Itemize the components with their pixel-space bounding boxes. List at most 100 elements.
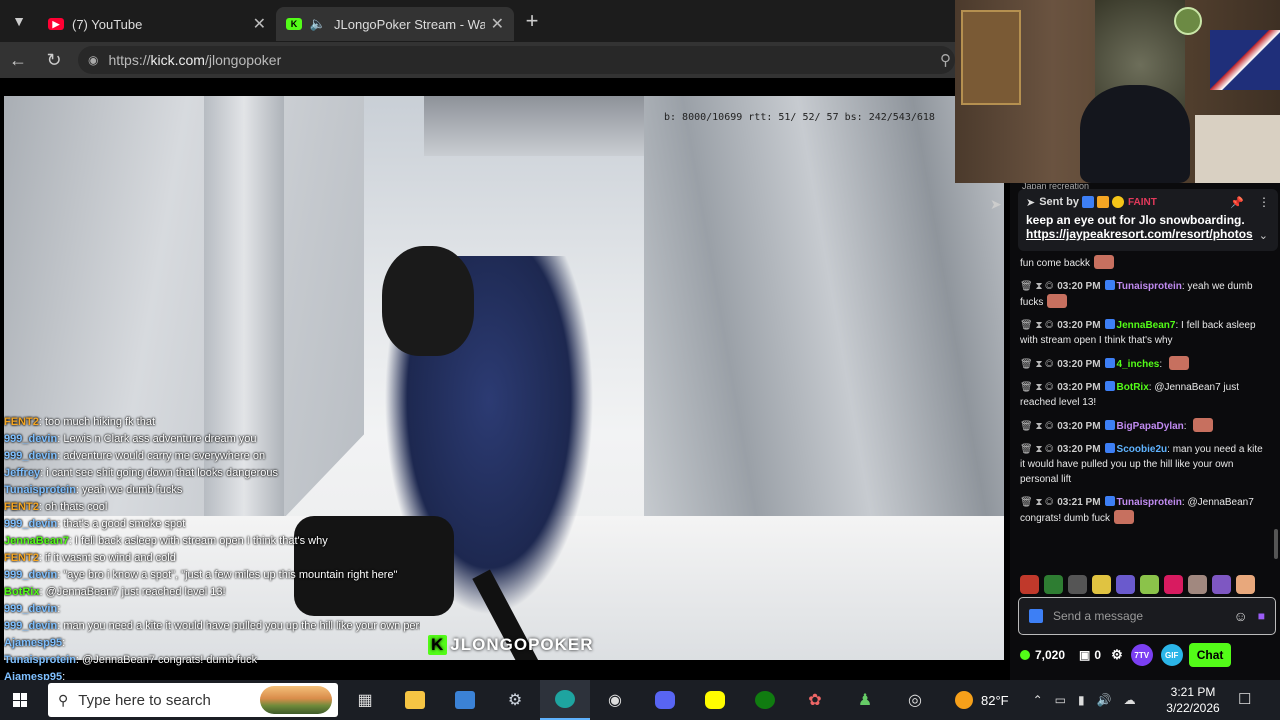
message-username[interactable]: Scoobie2u — [1117, 444, 1168, 455]
app-icon[interactable]: ✿ — [790, 680, 840, 720]
moderation-icons[interactable]: 🗑 ⧗ ◎ — [1020, 421, 1053, 432]
moderation-icons[interactable]: 🗑 ⧗ ◎ — [1020, 497, 1053, 508]
gif-button[interactable]: GIF — [1160, 644, 1183, 666]
channel-points[interactable]: 7,020 — [1020, 648, 1065, 662]
pin-icon[interactable]: 📌 — [1230, 196, 1244, 209]
chat-input[interactable]: Send a message ☺ ■ — [1018, 597, 1276, 635]
new-tab-icon[interactable]: + — [514, 8, 550, 34]
pinned-message[interactable]: ➤ Sent by FAINT 📌 ⋮ keep an eye out for … — [1018, 189, 1278, 251]
youtube-icon: ▶ — [48, 18, 64, 30]
browser-address-bar: ← ↻ ◉ https://kick.com/jlongopoker ⚲ — [0, 42, 955, 78]
emote-icon[interactable] — [1092, 574, 1111, 594]
message-time: 03:20 PM — [1057, 281, 1101, 292]
emote-icon[interactable] — [1188, 574, 1207, 594]
start-button[interactable] — [0, 680, 40, 720]
emote-icon[interactable] — [1236, 574, 1255, 594]
emote-icon[interactable] — [1020, 574, 1039, 594]
message-username[interactable]: BigPapaDylan — [1117, 421, 1184, 432]
snapchat-icon[interactable] — [690, 680, 740, 720]
crown-badge-icon — [1096, 196, 1109, 208]
chevron-up-icon[interactable]: ⌃ — [1033, 693, 1043, 707]
tab-youtube[interactable]: ▶ (7) YouTube ✕ — [38, 7, 276, 41]
more-options-icon[interactable]: ⋮ — [1258, 195, 1270, 209]
emote-icon[interactable] — [1044, 574, 1063, 594]
overlay-chat-user: FENT2 — [4, 501, 39, 513]
moderation-icons[interactable]: 🗑 ⧗ ◎ — [1020, 359, 1053, 370]
emote-icon[interactable] — [1164, 574, 1183, 594]
chat-scrollbar[interactable] — [1274, 529, 1278, 559]
store-icon[interactable] — [440, 680, 490, 720]
tab-kick-stream[interactable]: K 🔈 JLongoPoker Stream - Watch Live on K… — [276, 7, 514, 41]
pin-small-icon: ➤ — [1026, 196, 1036, 209]
moderation-icons[interactable]: 🗑 ⧗ ◎ — [1020, 281, 1053, 292]
chat-message[interactable]: 🗑 ⧗ ◎ 03:21 PM Tunaisprotein: @JennaBean7 … — [1010, 491, 1280, 530]
emote-icon[interactable] — [1068, 574, 1087, 594]
emote-icon — [1193, 418, 1214, 432]
message-username[interactable]: Tunaisprotein — [1117, 281, 1182, 292]
overlay-chat-line: JennaBean7: I fell back asleep with stre… — [0, 533, 420, 550]
refresh-icon[interactable]: ↻ — [36, 50, 72, 71]
chat-message[interactable]: 🗑 ⧗ ◎ 03:20 PM BigPapaDylan: — [1010, 414, 1280, 438]
cloud-icon[interactable]: ☁ — [1124, 693, 1136, 707]
pinned-sender[interactable]: FAINT — [1128, 197, 1157, 208]
chat-message[interactable]: 🗑 ⧗ ◎ 03:20 PM 4_inches: — [1010, 352, 1280, 376]
user-badge-icon — [1104, 319, 1115, 329]
overlay-chat-line: FENT2: too much hiking fk that — [0, 414, 420, 431]
emoji-icon[interactable]: ☺ — [1233, 608, 1247, 624]
device-icon[interactable]: ▭ — [1055, 693, 1066, 707]
zoom-icon[interactable]: ⚲ — [940, 51, 951, 69]
message-username[interactable]: Tunaisprotein — [1117, 497, 1182, 508]
message-separator: : — [1159, 359, 1165, 370]
taskbar-search[interactable]: ⚲ Type here to search — [48, 683, 338, 717]
message-username[interactable]: JennaBean7 — [1117, 320, 1176, 331]
discord-icon[interactable] — [640, 680, 690, 720]
steam-icon[interactable]: ⚙ — [490, 680, 540, 720]
pinned-message-link[interactable]: https://jaypeakresort.com/resort/photos — [1026, 227, 1270, 241]
task-view-icon[interactable]: ▦ — [340, 680, 390, 720]
obs-icon[interactable]: ◉ — [590, 680, 640, 720]
gear-icon[interactable]: ⚙ — [1111, 647, 1123, 663]
emote-icon — [1047, 294, 1068, 308]
moderation-icons[interactable]: 🗑 ⧗ ◎ — [1020, 320, 1053, 331]
chat-send-button[interactable]: Chat — [1188, 643, 1232, 667]
chevron-down-icon[interactable]: ⌄ — [1259, 229, 1268, 242]
notifications-icon[interactable]: ☐ — [1238, 690, 1251, 708]
close-tab-icon[interactable]: ✕ — [491, 14, 504, 34]
chat-message[interactable]: 🗑 ⧗ ◎ 03:20 PM BotRix: @JennaBean7 just re… — [1010, 376, 1280, 414]
chat-message[interactable]: 🗑 ⧗ ◎ 03:20 PM Scoobie2u: man you need a k… — [1010, 438, 1280, 491]
back-icon[interactable]: ← — [0, 50, 36, 71]
emote-icon[interactable] — [1212, 574, 1231, 594]
app-green-icon[interactable]: ♟ — [840, 680, 890, 720]
emote-icon[interactable] — [1140, 574, 1159, 594]
overlay-chat-line: 999_devin: Lewis n Clark ass adventure d… — [0, 431, 420, 448]
obs-studio-icon[interactable]: ◎ — [890, 680, 940, 720]
file-explorer-icon[interactable] — [390, 680, 440, 720]
bag-icon[interactable]: ■ — [1258, 609, 1265, 623]
message-username[interactable]: 4_inches — [1117, 359, 1160, 370]
moderation-icons[interactable]: 🗑 ⧗ ◎ — [1020, 444, 1053, 455]
kick-logo-icon: K — [428, 635, 448, 655]
pin-icon[interactable]: ➤ — [990, 196, 1002, 213]
chat-message[interactable]: fun come backk — [1010, 251, 1280, 275]
drops-counter[interactable]: ▣ 0 — [1079, 648, 1101, 662]
7tv-button[interactable]: 7TV — [1130, 644, 1153, 666]
chat-message[interactable]: 🗑 ⧗ ◎ 03:20 PM JennaBean7: I fell back asl… — [1010, 314, 1280, 352]
tab-list-menu-icon[interactable]: ▼ — [0, 0, 38, 42]
drops-icon: ▣ — [1079, 648, 1091, 662]
chat-message[interactable]: 🗑 ⧗ ◎ 03:20 PM Tunaisprotein: yeah we dumb… — [1010, 275, 1280, 314]
clock[interactable]: 3:21 PM 3/22/2026 — [1158, 684, 1228, 716]
emote-icon[interactable] — [1116, 574, 1135, 594]
usb-icon[interactable]: ▮ — [1078, 693, 1085, 707]
edge-icon[interactable] — [540, 680, 590, 720]
overlay-chat-user: 999_devin — [4, 603, 58, 615]
temperature[interactable]: 82°F — [981, 693, 1009, 708]
moderation-icons[interactable]: 🗑 ⧗ ◎ — [1020, 382, 1053, 393]
xbox-icon[interactable] — [740, 680, 790, 720]
weather-icon[interactable] — [955, 691, 973, 709]
message-username[interactable]: BotRix — [1117, 382, 1149, 393]
volume-icon[interactable]: 🔊 — [1097, 693, 1112, 707]
overlay-chat-line: 999_devin: that's a good smoke spot — [0, 516, 420, 533]
url-input[interactable]: ◉ https://kick.com/jlongopoker ⚲ — [78, 46, 955, 74]
close-tab-icon[interactable]: ✕ — [253, 14, 266, 34]
speaker-icon[interactable]: 🔈 — [310, 16, 326, 31]
